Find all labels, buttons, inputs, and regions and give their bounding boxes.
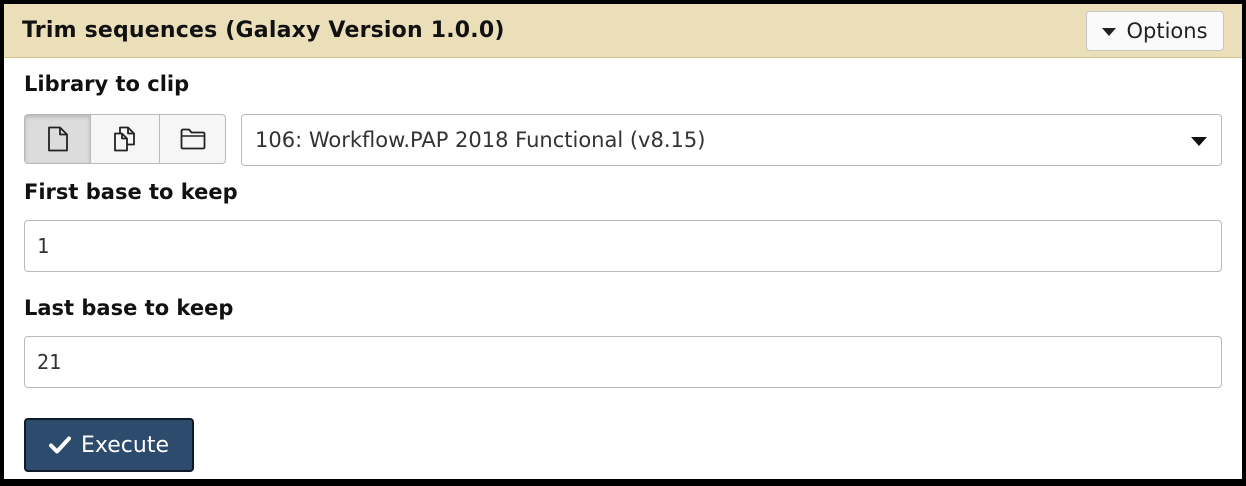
options-label: Options	[1126, 19, 1208, 43]
last-base-label: Last base to keep	[24, 296, 234, 320]
multiple-datasets-button[interactable]	[91, 115, 160, 163]
library-label: Library to clip	[24, 72, 190, 96]
first-base-input[interactable]	[24, 220, 1222, 272]
multiple-files-icon	[114, 126, 135, 152]
execute-label: Execute	[81, 432, 169, 458]
chevron-down-icon	[1191, 137, 1207, 146]
check-icon	[49, 436, 71, 454]
folder-icon	[180, 128, 205, 150]
input-mode-toggle	[24, 114, 226, 164]
collection-button[interactable]	[160, 115, 225, 163]
tool-header: Trim sequences (Galaxy Version 1.0.0) Op…	[4, 4, 1242, 58]
single-file-icon	[47, 126, 68, 152]
library-select-value: 106: Workflow.PAP 2018 Functional (v8.15…	[255, 128, 706, 152]
last-base-input[interactable]	[24, 336, 1222, 388]
single-dataset-button[interactable]	[25, 115, 91, 163]
caret-down-icon	[1102, 28, 1117, 36]
tool-title: Trim sequences (Galaxy Version 1.0.0)	[22, 18, 505, 43]
execute-button[interactable]: Execute	[24, 418, 194, 472]
first-base-label: First base to keep	[24, 180, 238, 204]
options-dropdown-button[interactable]: Options	[1086, 11, 1224, 51]
tool-form-panel: Trim sequences (Galaxy Version 1.0.0) Op…	[0, 0, 1246, 486]
library-select[interactable]: 106: Workflow.PAP 2018 Functional (v8.15…	[241, 114, 1222, 166]
